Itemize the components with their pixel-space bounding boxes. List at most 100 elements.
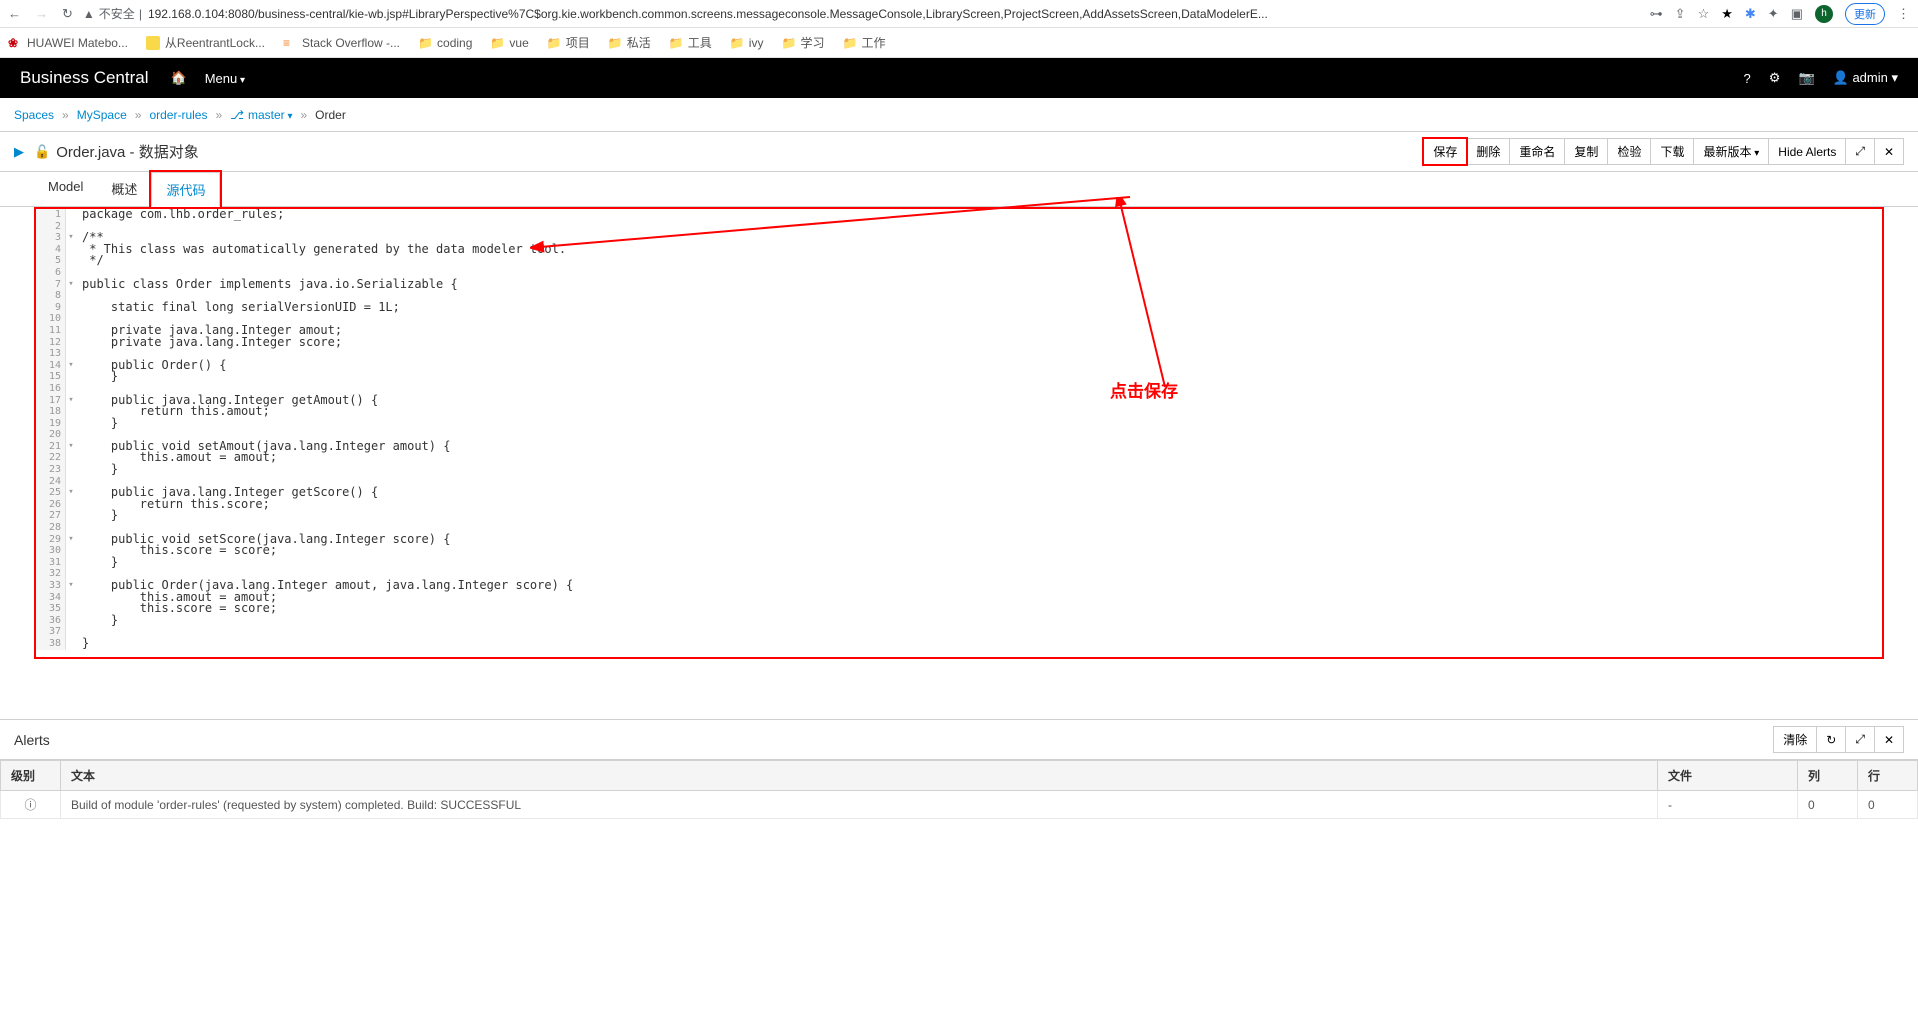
folder-icon: 📁 <box>547 36 561 50</box>
chevron-right-icon: » <box>215 108 222 122</box>
help-icon[interactable]: ? <box>1744 71 1751 86</box>
browser-nav-bar: ← → ↻ ▲ 不安全 | 192.168.0.104:8080/busines… <box>0 0 1918 28</box>
clear-button[interactable]: 清除 <box>1773 726 1817 753</box>
code-content[interactable]: package com.lhb.order_rules;/** * This c… <box>78 209 1882 650</box>
star-fill-icon[interactable]: ★ <box>1721 6 1733 22</box>
forward-icon[interactable]: → <box>35 6 48 22</box>
refresh-icon[interactable]: ↻ <box>1816 726 1846 753</box>
bookmark-folder[interactable]: 📁 项目 <box>547 34 590 51</box>
panel-icon[interactable]: ▣ <box>1791 6 1803 22</box>
puzzle-icon[interactable]: ✱ <box>1745 6 1756 22</box>
chevron-right-icon: » <box>300 108 307 122</box>
back-icon[interactable]: ← <box>8 6 21 22</box>
branch-selector[interactable]: master <box>248 108 293 122</box>
bookmark-folder[interactable]: 📁工具 <box>669 34 712 51</box>
home-icon[interactable]: 🏠 <box>171 70 187 86</box>
gutter: 1234567891011121314151617181920212223242… <box>36 209 66 650</box>
expand-icon[interactable]: ⤢ <box>1845 726 1875 753</box>
bookmark-label: 工作 <box>861 34 885 51</box>
folder-icon: 📁 <box>608 36 622 50</box>
table-row[interactable]: ⓘ Build of module 'order-rules' (request… <box>1 791 1918 819</box>
download-button[interactable]: 下载 <box>1650 138 1694 165</box>
alert-file: - <box>1658 791 1798 819</box>
tab-source[interactable]: 源代码 <box>151 172 220 207</box>
folder-icon: 📁 <box>781 36 795 50</box>
more-icon[interactable]: ⋮ <box>1897 6 1910 22</box>
latest-version-dropdown[interactable]: 最新版本 <box>1693 138 1769 165</box>
user-menu[interactable]: 👤 admin ▾ <box>1833 70 1898 86</box>
hide-alerts-button[interactable]: Hide Alerts <box>1768 138 1846 165</box>
breadcrumb-item[interactable]: Spaces <box>14 108 54 122</box>
bookmark-label: 私活 <box>627 34 651 51</box>
col-line: 行 <box>1858 761 1918 791</box>
bookmark-folder[interactable]: 📁 ivy <box>730 36 764 50</box>
share-icon[interactable]: ⇪ <box>1675 6 1686 22</box>
rename-button[interactable]: 重命名 <box>1509 138 1565 165</box>
col-file: 文件 <box>1658 761 1798 791</box>
folder-icon: 📁 <box>490 36 504 50</box>
huawei-icon: ❀ <box>8 36 22 50</box>
avatar[interactable]: h <box>1815 5 1833 23</box>
reload-icon[interactable]: ↻ <box>62 6 73 22</box>
validate-button[interactable]: 检验 <box>1607 138 1651 165</box>
bookmark-label: HUAWEI Matebo... <box>27 36 128 50</box>
bookmark-item[interactable]: ≡ Stack Overflow -... <box>283 36 400 50</box>
bookmark-folder[interactable]: 📁coding <box>418 36 472 50</box>
alert-column: 0 <box>1798 791 1858 819</box>
bookmark-item[interactable]: 从ReentrantLock... <box>146 34 265 51</box>
bookmarks-bar: ❀ HUAWEI Matebo... 从ReentrantLock... ≡ Sta… <box>0 28 1918 58</box>
close-icon[interactable]: ✕ <box>1874 726 1904 753</box>
info-icon: ⓘ <box>1 791 61 819</box>
page-icon <box>146 36 160 50</box>
source-editor[interactable]: 1234567891011121314151617181920212223242… <box>34 207 1884 659</box>
star-outline-icon[interactable]: ☆ <box>1698 6 1710 22</box>
bookmark-item[interactable]: ❀ HUAWEI Matebo... <box>8 36 128 50</box>
breadcrumb: Spaces » MySpace » order-rules » ⎇ maste… <box>0 98 1918 132</box>
asset-header: ▶ 🔓 Order.java - 数据对象 保存 删除 重命名 复制 检验 下载… <box>0 132 1918 172</box>
stackoverflow-icon: ≡ <box>283 36 297 50</box>
annotation-text: 点击保存 <box>1110 377 1178 402</box>
asset-title: Order.java - 数据对象 <box>56 141 199 162</box>
bookmark-folder[interactable]: 📁 vue <box>490 36 528 50</box>
menu-dropdown[interactable]: Menu <box>205 71 245 86</box>
toolbar: 保存 删除 重命名 复制 检验 下载 最新版本 Hide Alerts ⤢ ✕ <box>1423 138 1904 165</box>
save-button[interactable]: 保存 <box>1423 138 1467 165</box>
gear-icon[interactable]: ⚙ <box>1769 70 1781 86</box>
alert-line: 0 <box>1858 791 1918 819</box>
tab-model[interactable]: Model <box>34 172 97 206</box>
bookmark-folder[interactable]: 📁 私活 <box>608 34 651 51</box>
url-text[interactable]: 192.168.0.104:8080/business-central/kie-… <box>148 7 1268 21</box>
alerts-panel: Alerts 清除 ↻ ⤢ ✕ 级别 文本 文件 列 行 ⓘ Build of … <box>0 719 1918 819</box>
col-text: 文本 <box>61 761 1658 791</box>
bookmark-label: Stack Overflow -... <box>302 36 400 50</box>
extensions-icon[interactable]: ✦ <box>1768 6 1779 22</box>
bookmark-label: 从ReentrantLock... <box>165 34 265 51</box>
update-button[interactable]: 更新 <box>1845 3 1885 25</box>
folder-icon: 📁 <box>730 36 744 50</box>
breadcrumb-item[interactable]: order-rules <box>149 108 207 122</box>
bookmark-label: vue <box>509 36 528 50</box>
tab-overview[interactable]: 概述 <box>97 172 151 206</box>
brand-title: Business Central <box>20 68 149 88</box>
breadcrumb-item[interactable]: MySpace <box>77 108 127 122</box>
chevron-right-icon: » <box>62 108 69 122</box>
col-column: 列 <box>1798 761 1858 791</box>
camera-icon[interactable]: 📷 <box>1798 70 1814 86</box>
key-icon[interactable]: ⊶ <box>1650 6 1663 22</box>
bookmark-folder[interactable]: 📁 学习 <box>781 34 824 51</box>
bookmark-label: 学习 <box>800 34 824 51</box>
expand-right-icon[interactable]: ▶ <box>14 144 24 160</box>
folder-icon: 📁 <box>842 36 856 50</box>
copy-button[interactable]: 复制 <box>1564 138 1608 165</box>
chevron-right-icon: » <box>135 108 142 122</box>
bookmark-label: ivy <box>749 36 764 50</box>
expand-icon[interactable]: ⤢ <box>1845 138 1875 165</box>
folder-icon: 📁 <box>669 36 683 50</box>
alert-text: Build of module 'order-rules' (requested… <box>61 791 1658 819</box>
bookmark-folder[interactable]: 📁 工作 <box>842 34 885 51</box>
close-icon[interactable]: ✕ <box>1874 138 1904 165</box>
lock-icon: 🔓 <box>34 144 50 160</box>
bookmark-label: 项目 <box>566 34 590 51</box>
delete-button[interactable]: 删除 <box>1466 138 1510 165</box>
branch-icon: ⎇ <box>230 108 244 122</box>
